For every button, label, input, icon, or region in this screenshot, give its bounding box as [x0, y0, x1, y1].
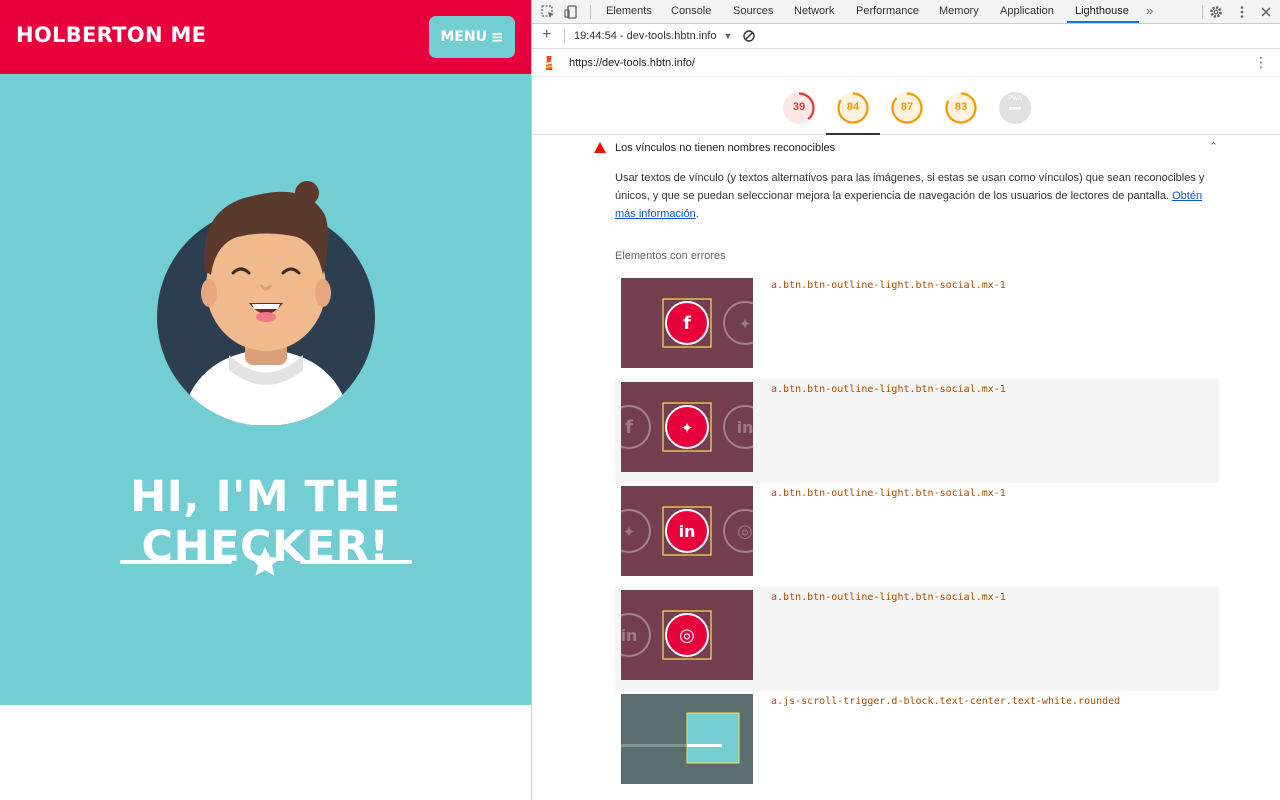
twitter-icon: f ✦ in: [621, 382, 753, 472]
devtools-tabbar: Elements Console Sources Network Perform…: [532, 0, 1280, 24]
device-toolbar-icon[interactable]: [563, 4, 579, 20]
inspect-icon[interactable]: [540, 4, 556, 20]
collapse-chevron-icon[interactable]: ⌃: [1209, 140, 1218, 153]
gauge-pwa[interactable]: PWA: [998, 91, 1032, 125]
hamburger-icon: ≡: [491, 28, 504, 46]
fail-triangle-icon: [594, 142, 606, 153]
gauge-value: 84: [846, 101, 860, 113]
audit-description: Usar textos de vínculo (y textos alterna…: [615, 172, 1205, 220]
gauge-value: 39: [792, 101, 806, 113]
site-brand[interactable]: HOLBERTON ME: [16, 23, 206, 47]
element-screenshot-thumbnail[interactable]: ✦ in ◎: [621, 486, 753, 576]
gauge-performance[interactable]: 39: [782, 91, 816, 125]
toolbar-separator: [1202, 5, 1203, 19]
svg-text:f: f: [683, 313, 691, 334]
svg-text:in: in: [621, 626, 637, 645]
settings-icon[interactable]: [1208, 4, 1224, 20]
tab-lighthouse[interactable]: Lighthouse: [1075, 5, 1129, 17]
failing-element-row[interactable]: in ◎ a.btn.btn-outline-light.btn-social.mx…: [615, 587, 1219, 691]
gauge-value: 83: [954, 101, 968, 113]
report-select-label: 19:44:54 - dev-tools.hbtn.info: [574, 30, 717, 42]
new-report-plus-icon[interactable]: +: [542, 26, 551, 44]
tab-memory[interactable]: Memory: [939, 5, 979, 17]
audit-title: Los vínculos no tienen nombres reconocib…: [615, 142, 836, 154]
element-selector[interactable]: a.js-scroll-trigger.d-block.text-center.…: [771, 696, 1120, 707]
element-selector[interactable]: a.btn.btn-outline-light.btn-social.mx-1: [771, 384, 1006, 395]
hero-section: HI, I'M THE CHECKER!: [0, 74, 531, 705]
gauge-seo[interactable]: 83: [944, 91, 978, 125]
tab-console[interactable]: Console: [671, 5, 711, 17]
selector-classes: .btn.btn-outline-light.btn-social.mx-1: [777, 280, 1006, 291]
selector-classes: .btn.btn-outline-light.btn-social.mx-1: [777, 384, 1006, 395]
gauge-value: 87: [900, 101, 914, 113]
failing-element-row[interactable]: f ✦ a.btn.btn-outline-light.btn-social.mx-…: [615, 275, 1219, 379]
element-screenshot-thumbnail[interactable]: f ✦: [621, 278, 753, 368]
pwa-dash: [1009, 107, 1021, 110]
tab-elements[interactable]: Elements: [606, 5, 652, 17]
audited-url[interactable]: https://dev-tools.hbtn.info/: [569, 57, 695, 69]
star-icon: [250, 547, 280, 576]
more-tabs-chevron-icon[interactable]: »: [1146, 3, 1153, 18]
lighthouse-logo-icon: [545, 56, 553, 70]
gauge-value: PWA: [1008, 96, 1022, 102]
clear-reports-icon[interactable]: [742, 29, 756, 43]
failing-element-row[interactable]: ✦ in ◎ a.btn.btn-outline-light.btn-social.m…: [615, 483, 1219, 587]
score-gauges: 39 84 87 83 PWA: [532, 77, 1280, 135]
svg-text:✦: ✦: [739, 315, 752, 333]
divider-line-right: [300, 560, 412, 564]
element-selector[interactable]: a.btn.btn-outline-light.btn-social.mx-1: [771, 280, 1006, 291]
svg-text:✦: ✦: [681, 419, 694, 437]
star-divider: [120, 545, 412, 579]
divider-line-left: [120, 560, 232, 564]
menu-button[interactable]: MENU ≡: [429, 16, 515, 58]
linkedin-icon: ✦ in ◎: [621, 486, 753, 576]
element-screenshot-thumbnail[interactable]: [621, 694, 753, 784]
toolbar-separator: [564, 29, 565, 43]
svg-text:in: in: [679, 522, 696, 541]
avatar-illustration: [157, 181, 375, 425]
site-navbar: HOLBERTON ME MENU ≡: [0, 0, 531, 74]
element-selector[interactable]: a.btn.btn-outline-light.btn-social.mx-1: [771, 592, 1006, 603]
scroll-trigger-icon: [621, 694, 753, 784]
close-icon[interactable]: [1258, 4, 1274, 20]
devtools-panel: Elements Console Sources Network Perform…: [531, 0, 1280, 800]
tab-sources[interactable]: Sources: [733, 5, 773, 17]
audit-description-text: Usar textos de vínculo (y textos alterna…: [615, 172, 1205, 202]
website-preview: HOLBERTON ME MENU ≡ HI, I'M THE CHECKER!: [0, 0, 531, 800]
lighthouse-toolbar: + 19:44:54 - dev-tools.hbtn.info ▼: [532, 24, 1280, 49]
element-selector[interactable]: a.btn.btn-outline-light.btn-social.mx-1: [771, 488, 1006, 499]
gauge-best-practices[interactable]: 87: [890, 91, 924, 125]
selected-gauge-indicator: [826, 133, 880, 135]
gauge-accessibility[interactable]: 84: [836, 91, 870, 125]
element-screenshot-thumbnail[interactable]: in ◎: [621, 590, 753, 680]
failing-elements-label: Elementos con errores: [615, 250, 726, 262]
tab-application[interactable]: Application: [1000, 5, 1054, 17]
report-options-kebab-icon[interactable]: ⋮: [1254, 54, 1268, 71]
tab-network[interactable]: Network: [794, 5, 834, 17]
failing-element-row[interactable]: f ✦ in a.btn.btn-outline-light.btn-social.m…: [615, 379, 1219, 483]
svg-text:in: in: [737, 418, 753, 437]
svg-text:✦: ✦: [623, 523, 636, 541]
element-screenshot-thumbnail[interactable]: f ✦ in: [621, 382, 753, 472]
failing-element-row[interactable]: a.js-scroll-trigger.d-block.text-center.…: [615, 691, 1219, 795]
toolbar-separator: [590, 5, 591, 19]
kebab-menu-icon[interactable]: [1234, 4, 1250, 20]
lighthouse-url-bar: https://dev-tools.hbtn.info/ ⋮: [532, 49, 1280, 77]
menu-label: MENU: [440, 29, 487, 45]
svg-text:◎: ◎: [679, 625, 695, 646]
dribbble-icon: in ◎: [621, 590, 753, 680]
facebook-icon: f ✦: [621, 278, 753, 368]
active-tab-indicator: [1067, 21, 1139, 23]
tab-performance[interactable]: Performance: [856, 5, 919, 17]
selector-classes: .btn.btn-outline-light.btn-social.mx-1: [777, 488, 1006, 499]
svg-text:◎: ◎: [737, 521, 753, 542]
report-select[interactable]: 19:44:54 - dev-tools.hbtn.info ▼: [574, 30, 732, 42]
selector-classes: .btn.btn-outline-light.btn-social.mx-1: [777, 592, 1006, 603]
dropdown-caret-icon: ▼: [723, 31, 733, 41]
svg-text:f: f: [625, 417, 633, 438]
audit-header[interactable]: Los vínculos no tienen nombres reconocib…: [594, 140, 1224, 158]
selector-classes: .js-scroll-trigger.d-block.text-center.t…: [777, 696, 1121, 707]
